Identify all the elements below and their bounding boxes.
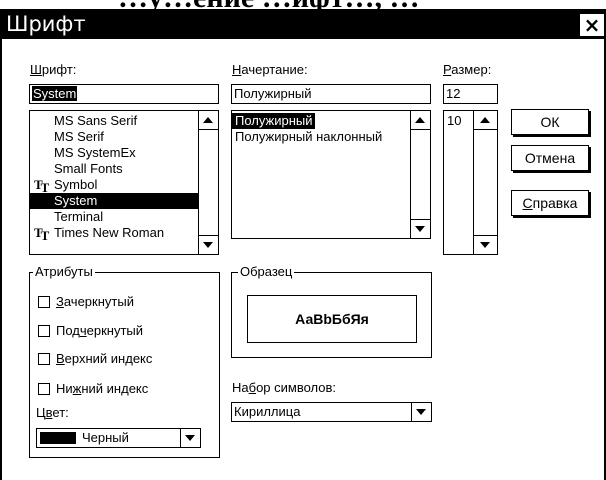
chevron-down-icon [185, 435, 195, 441]
truetype-icon: TT [34, 177, 49, 195]
arrow-up-icon [415, 117, 425, 123]
scroll-down-button[interactable] [199, 235, 218, 254]
sample-group-title: Образец [238, 264, 295, 279]
font-list-item[interactable]: MS Serif [30, 129, 199, 145]
underline-label[interactable]: Подчеркнутый [56, 323, 143, 338]
arrow-up-icon [480, 117, 490, 123]
style-input[interactable]: Полужирный [231, 84, 431, 104]
font-list-item-label: Times New Roman [54, 225, 165, 240]
color-label: Цвет: [36, 405, 69, 420]
size-list-scrollbar[interactable] [473, 111, 497, 254]
scroll-up-button[interactable] [411, 111, 430, 130]
charset-value: Кириллица [234, 404, 301, 419]
size-list[interactable]: 10 [443, 110, 498, 255]
color-swatch [40, 432, 76, 444]
color-value: Черный [82, 430, 129, 445]
dialog-title-bar[interactable]: Шрифт × [0, 9, 606, 39]
attributes-group-title: Атрибуты [33, 264, 95, 279]
background-document-text: …у…ение …ифт…, … [118, 0, 598, 9]
scroll-down-button[interactable] [411, 219, 430, 238]
font-list-scrollbar[interactable] [198, 111, 218, 254]
font-list-item-label: Symbol [54, 177, 98, 192]
size-input[interactable]: 12 [443, 84, 498, 104]
dialog-border-left [0, 39, 2, 480]
style-label: Начертание: [232, 62, 308, 77]
font-list-item[interactable]: Terminal [30, 209, 199, 225]
superscript-checkbox[interactable] [38, 353, 50, 365]
font-name-value: System [32, 86, 78, 101]
font-list-item[interactable]: MS SystemEx [30, 145, 199, 161]
charset-select[interactable]: Кириллица [231, 402, 432, 422]
font-list-item-label: MS Sans Serif [54, 113, 138, 128]
font-list-item[interactable]: MS Sans Serif [30, 113, 199, 129]
arrow-down-icon [203, 242, 213, 248]
font-list-item-label: Small Fonts [54, 161, 123, 176]
charset-dropdown-button[interactable] [411, 403, 431, 421]
close-button[interactable]: × [580, 14, 604, 36]
cancel-button[interactable]: Отмена [511, 145, 589, 171]
font-label: Шрифт: [30, 62, 77, 77]
subscript-label[interactable]: Нижний индекс [56, 381, 148, 396]
scroll-up-button[interactable] [199, 111, 218, 130]
color-select[interactable]: Черный [36, 428, 201, 448]
superscript-label[interactable]: Верхний индекс [56, 351, 152, 366]
font-list-item[interactable]: System [30, 193, 199, 209]
scroll-up-button[interactable] [474, 111, 497, 130]
font-list[interactable]: MS Sans Serif MS Serif MS SystemEx Small Fo… [29, 110, 219, 255]
sample-preview: АаВbБбЯя [247, 295, 417, 343]
font-name-input[interactable]: System [29, 84, 219, 104]
size-list-item[interactable]: 10 [444, 113, 461, 129]
font-list-item[interactable]: TT Symbol [30, 177, 199, 195]
style-list-scrollbar[interactable] [410, 111, 430, 238]
ok-button[interactable]: ОК [511, 109, 589, 135]
truetype-icon: TT [34, 225, 49, 243]
close-icon: × [583, 13, 601, 37]
font-list-item[interactable]: TT Times New Roman [30, 225, 199, 243]
arrow-down-icon [480, 242, 490, 248]
strikeout-label[interactable]: Зачеркнутый [56, 294, 134, 309]
chevron-down-icon [416, 409, 426, 415]
font-list-item-label: MS Serif [54, 129, 104, 144]
font-list-item-label: Terminal [54, 209, 104, 224]
strikeout-checkbox[interactable] [38, 296, 50, 308]
help-button[interactable]: Справка [511, 190, 589, 216]
font-list-item-label: MS SystemEx [54, 145, 136, 160]
underline-checkbox[interactable] [38, 325, 50, 337]
subscript-checkbox[interactable] [38, 383, 50, 395]
arrow-down-icon [415, 226, 425, 232]
font-list-item-label: System [54, 193, 98, 208]
size-label: Размер: [443, 62, 492, 77]
charset-label: Набор символов: [232, 380, 337, 395]
style-list[interactable]: Полужирный Полужирный наклонный [231, 110, 431, 239]
dialog-title: Шрифт [6, 12, 86, 36]
font-list-item[interactable]: Small Fonts [30, 161, 199, 177]
color-dropdown-button[interactable] [180, 429, 200, 447]
style-list-item[interactable]: Полужирный наклонный [232, 129, 384, 145]
style-list-item[interactable]: Полужирный [232, 113, 315, 129]
scroll-down-button[interactable] [474, 235, 497, 254]
arrow-up-icon [203, 117, 213, 123]
